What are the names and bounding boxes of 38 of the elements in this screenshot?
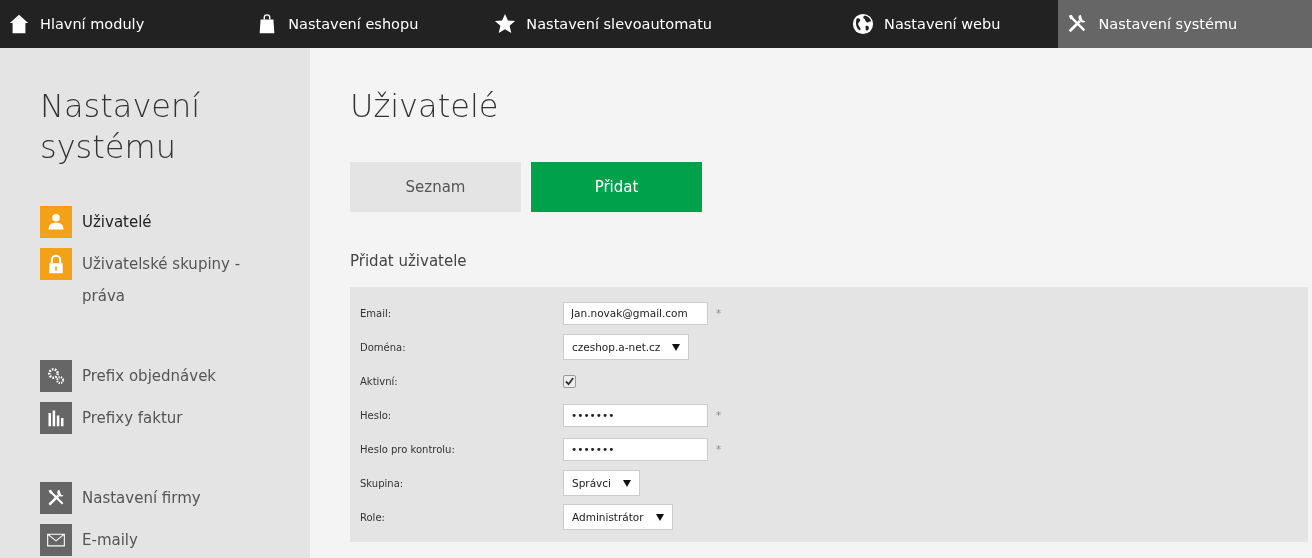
field-label: Heslo pro kontrolu: <box>360 443 456 455</box>
text-field[interactable]: Jan.novak@gmail.com <box>563 301 708 325</box>
globe-icon <box>852 13 875 35</box>
dropdown-arrow-icon <box>623 479 631 487</box>
sidebar-link[interactable]: Prefix objednávek <box>82 360 217 392</box>
text-field[interactable]: ••••••• <box>563 437 708 461</box>
sidebar-link[interactable]: E-maily <box>82 524 138 556</box>
field-label: Role: <box>360 511 386 523</box>
select-field[interactable]: czeshop.a-net.cz <box>563 334 690 360</box>
checkbox[interactable] <box>563 374 576 388</box>
field-label: Heslo: <box>360 409 393 421</box>
sidebar-title: Nastavení systému <box>40 86 202 168</box>
sidebar-link[interactable]: Nastavení firmy <box>82 482 201 514</box>
nav-tab[interactable]: Nastavení systému <box>1058 0 1312 48</box>
page-title: Uživatelé <box>350 86 500 127</box>
required-mark: * <box>716 307 721 319</box>
dropdown-arrow-icon <box>672 343 681 351</box>
nav-tab[interactable]: Hlavní moduly <box>0 0 153 48</box>
nav-tab[interactable]: Nastavení webu <box>844 0 1009 48</box>
home-icon <box>8 13 30 35</box>
select-field[interactable]: Správci <box>563 470 640 496</box>
sidebar-link[interactable]: Uživatelé <box>82 206 152 238</box>
field-label: Skupina: <box>360 477 405 489</box>
dropdown-arrow-icon <box>655 513 664 521</box>
nav-tab[interactable]: Nastavení eshopu <box>248 0 427 48</box>
field-label: Doména: <box>360 341 407 353</box>
nav-tab[interactable]: Nastavení slevoautomatu <box>486 0 721 48</box>
mode-tab[interactable]: Seznam <box>350 162 521 212</box>
select-field[interactable]: Administrátor <box>563 504 673 530</box>
text-field[interactable]: ••••••• <box>563 403 708 427</box>
field-label: Email: <box>360 307 393 319</box>
required-mark: * <box>716 443 721 455</box>
star-icon <box>494 13 517 35</box>
required-mark: * <box>716 409 721 421</box>
field-label: Aktivní: <box>360 375 399 387</box>
section-title: Přidat uživatele <box>350 252 468 270</box>
sidebar-link[interactable]: Prefixy faktur <box>82 402 183 434</box>
sidebar-link[interactable]: Uživatelské skupiny - práva <box>82 248 272 312</box>
